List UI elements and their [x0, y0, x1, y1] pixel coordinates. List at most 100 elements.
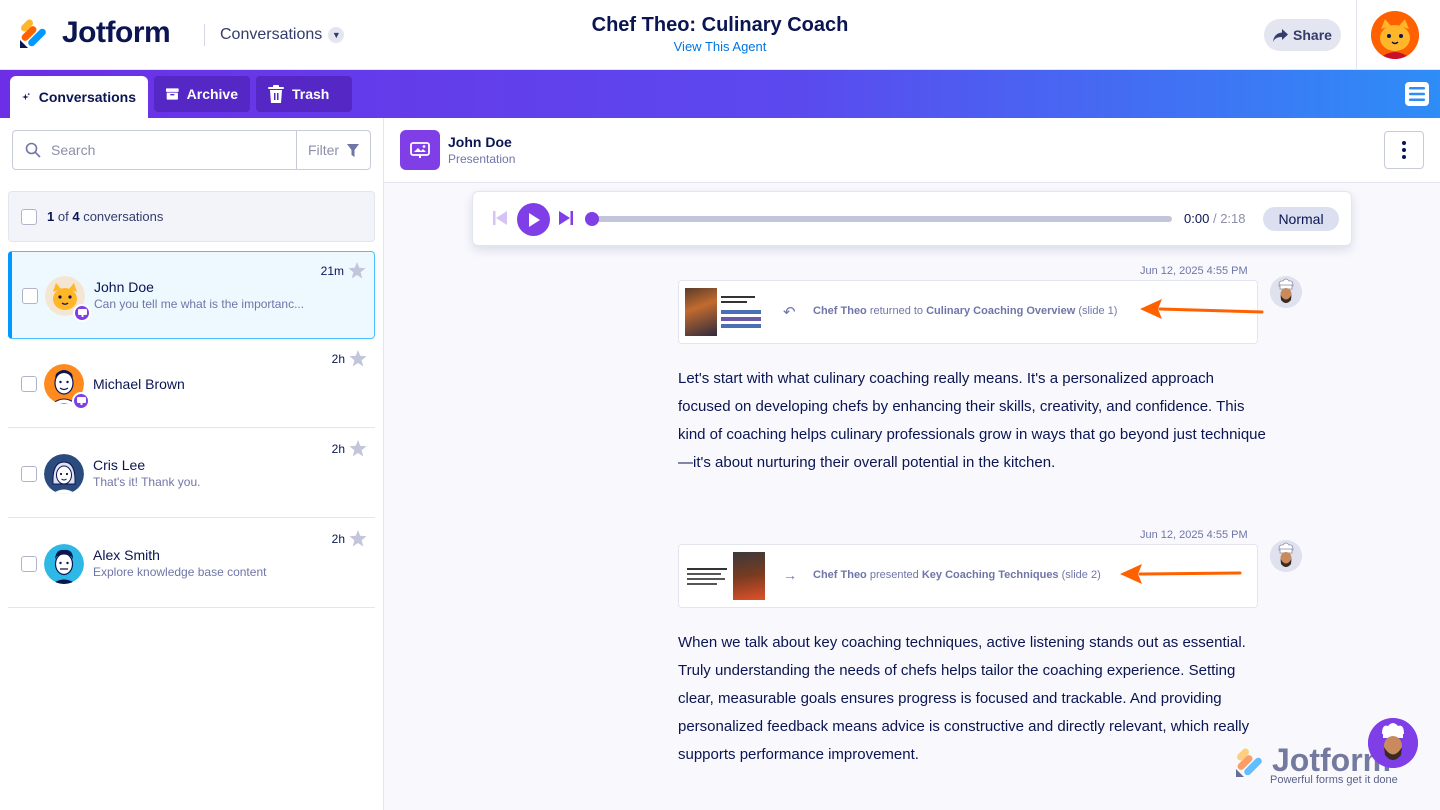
- conversation-preview: That's it! Thank you.: [93, 475, 201, 489]
- sparkle-icon: [22, 92, 31, 101]
- chef-avatar: [1270, 540, 1302, 572]
- presentation-badge-icon: [73, 304, 91, 322]
- tab-trash-label: Trash: [292, 86, 330, 102]
- section-dropdown[interactable]: Conversations ▼: [220, 26, 345, 44]
- presentation-icon: [400, 130, 440, 170]
- share-arrow-icon: [1273, 28, 1289, 42]
- conversation-name: Michael Brown: [93, 376, 185, 392]
- section-label: Conversations: [220, 26, 323, 43]
- event-timestamp: Jun 12, 2025 4:55 PM: [1140, 265, 1248, 277]
- agent-title-block: Chef Theo: Culinary Coach View This Agen…: [520, 14, 920, 54]
- conversation-panel: John Doe Presentation 0:00 / 2:18 Normal…: [384, 118, 1440, 810]
- conversation-item[interactable]: Cris Lee That's it! Thank you. 2h: [8, 430, 375, 518]
- avatar: [44, 454, 84, 494]
- event-description: Chef Theo presented Key Coaching Techniq…: [813, 569, 1101, 581]
- jotform-watermark: Jotform Powerful forms get it done: [1234, 742, 1398, 786]
- chevron-down-icon: ▼: [328, 27, 345, 43]
- conversation-item[interactable]: Alex Smith Explore knowledge base conten…: [8, 520, 375, 608]
- jotform-logo-icon: [20, 19, 46, 48]
- conversation-preview: Can you tell me what is the importanc...: [94, 297, 305, 311]
- play-icon: [528, 212, 540, 227]
- jotform-logo[interactable]: Jotform: [18, 16, 171, 50]
- brand-name: Jotform: [62, 16, 171, 49]
- conversation-header: John Doe Presentation: [384, 118, 1440, 183]
- annotation-arrow-icon: [1120, 564, 1242, 584]
- play-button[interactable]: [517, 203, 550, 236]
- conversation-time: 2h: [331, 532, 345, 546]
- skip-forward-icon[interactable]: [559, 211, 573, 225]
- conversation-sidebar: Filter 1 of 4 conversations John Doe Can…: [0, 118, 384, 810]
- conversation-time: 2h: [331, 442, 345, 456]
- event-description: Chef Theo returned to Culinary Coaching …: [813, 305, 1118, 317]
- arrow-right-icon: →: [783, 567, 797, 583]
- man-avatar-icon: [44, 544, 84, 584]
- star-icon[interactable]: [348, 262, 366, 279]
- jotform-logo-icon: [1236, 748, 1262, 777]
- header-divider-right: [1356, 0, 1357, 70]
- playback-time: 0:00 / 2:18: [1184, 211, 1246, 226]
- conversation-user-name: John Doe: [448, 134, 512, 150]
- slide-thumbnail[interactable]: [685, 288, 765, 336]
- annotation-arrow-icon: [1140, 299, 1264, 319]
- share-button[interactable]: Share: [1264, 19, 1341, 51]
- more-options-button[interactable]: [1384, 131, 1424, 169]
- filter-funnel-icon: [347, 143, 360, 157]
- conversation-preview: Explore knowledge base content: [93, 565, 267, 579]
- slide-thumbnail[interactable]: [685, 552, 765, 600]
- conversation-checkbox[interactable]: [21, 466, 37, 482]
- app-header: Jotform Conversations ▼ Chef Theo: Culin…: [0, 0, 1440, 70]
- playback-speed-button[interactable]: Normal: [1263, 207, 1339, 231]
- view-agent-link[interactable]: View This Agent: [520, 39, 920, 54]
- event-timestamp: Jun 12, 2025 4:55 PM: [1140, 529, 1248, 541]
- skip-back-icon[interactable]: [493, 211, 507, 225]
- chef-avatar-icon: [1368, 718, 1418, 768]
- progress-track[interactable]: [585, 216, 1172, 222]
- tab-conversations[interactable]: Conversations: [10, 76, 148, 118]
- star-icon[interactable]: [349, 350, 367, 367]
- filter-label: Filter: [307, 142, 340, 158]
- search-icon: [25, 142, 41, 158]
- conversation-time: 21m: [320, 264, 344, 278]
- share-label: Share: [1293, 27, 1332, 43]
- hamburger-icon: [1409, 87, 1425, 101]
- filter-button[interactable]: Filter: [296, 130, 371, 170]
- agent-message: When we talk about key coaching techniqu…: [678, 634, 1250, 763]
- tab-bar: Conversations Archive Trash: [0, 70, 1440, 118]
- conversation-checkbox[interactable]: [22, 288, 38, 304]
- conversation-name: Alex Smith: [93, 547, 160, 563]
- select-all-checkbox[interactable]: [21, 208, 37, 225]
- trash-icon: [268, 85, 284, 103]
- progress-handle[interactable]: [585, 212, 599, 226]
- tab-conversations-label: Conversations: [38, 89, 136, 105]
- conversation-name: John Doe: [94, 279, 154, 295]
- agent-title: Chef Theo: Culinary Coach: [591, 14, 849, 36]
- conversation-checkbox[interactable]: [21, 556, 37, 572]
- user-avatar[interactable]: [1371, 11, 1419, 59]
- conversation-time: 2h: [331, 352, 345, 366]
- conversation-item[interactable]: John Doe Can you tell me what is the imp…: [8, 251, 375, 339]
- conversation-type: Presentation: [448, 152, 516, 166]
- star-icon[interactable]: [349, 530, 367, 547]
- menu-button[interactable]: [1405, 82, 1429, 106]
- woman-avatar-icon: [44, 454, 84, 494]
- star-icon[interactable]: [349, 440, 367, 457]
- selection-count: 1 of 4 conversations: [47, 209, 164, 224]
- tab-archive[interactable]: Archive: [154, 76, 250, 112]
- archive-icon: [166, 88, 179, 100]
- tab-trash[interactable]: Trash: [256, 76, 352, 112]
- return-arrow-icon: ↶: [783, 304, 796, 321]
- avatar: [44, 544, 84, 584]
- agent-message: Let's start with what culinary coaching …: [678, 370, 1266, 471]
- chef-avatar-icon: [1270, 540, 1302, 572]
- conversation-checkbox[interactable]: [21, 376, 37, 392]
- header-divider: [204, 24, 205, 46]
- search-input[interactable]: [51, 142, 271, 158]
- chef-avatar-icon: [1270, 276, 1302, 308]
- conversation-item[interactable]: Michael Brown 2h: [8, 340, 375, 428]
- presentation-badge-icon: [72, 392, 90, 410]
- search-box: [12, 130, 297, 170]
- cat-avatar-icon: [1371, 11, 1419, 59]
- conversation-name: Cris Lee: [93, 457, 146, 473]
- watermark-tagline: Powerful forms get it done: [1270, 774, 1398, 786]
- agent-chat-launcher[interactable]: [1368, 718, 1418, 768]
